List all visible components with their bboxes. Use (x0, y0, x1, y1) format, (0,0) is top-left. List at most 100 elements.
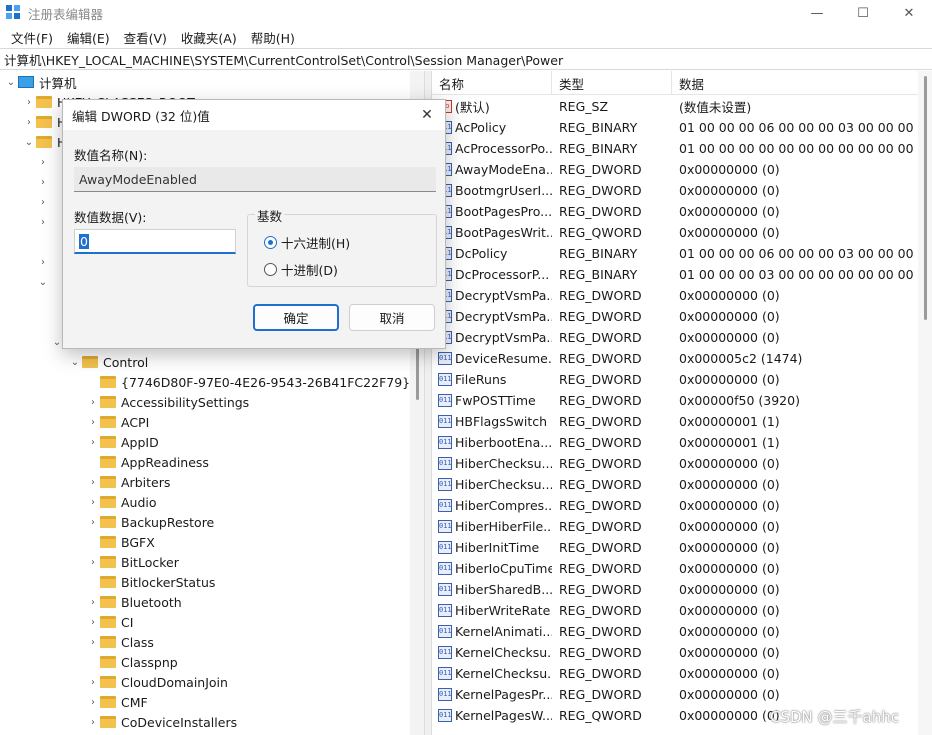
tree-item-child[interactable]: › CMF (86, 692, 148, 712)
list-item[interactable]: 011DecryptVsmPa...REG_DWORD0x00000000 (0… (432, 327, 932, 348)
cancel-button[interactable]: 取消 (349, 304, 435, 331)
address-bar[interactable]: 计算机\HKEY_LOCAL_MACHINE\SYSTEM\CurrentCon… (0, 48, 932, 70)
chevron-right-icon[interactable]: › (36, 212, 50, 232)
chevron-right-icon[interactable]: › (86, 672, 100, 692)
list-item[interactable]: 011 HiberbootEna... REG_DWORD 0x00000001 (1… (432, 432, 932, 453)
minimize-button[interactable]: — (794, 0, 840, 26)
menu-view[interactable]: 查看(V) (117, 28, 174, 47)
chevron-right-icon[interactable] (86, 572, 100, 592)
chevron-right-icon[interactable]: › (36, 152, 50, 172)
chevron-right-icon[interactable]: › (86, 712, 100, 732)
list-item[interactable]: 011BootPagesWrit...REG_QWORD0x00000000 (… (432, 222, 932, 243)
tree-item-child[interactable]: › Arbiters (86, 472, 170, 492)
chevron-down-icon[interactable]: ⌄ (4, 72, 18, 92)
menu-file[interactable]: 文件(F) (4, 28, 60, 47)
chevron-right-icon[interactable]: › (86, 632, 100, 652)
list-item[interactable]: 011DecryptVsmPa...REG_DWORD0x00000000 (0… (432, 306, 932, 327)
list-item[interactable]: 011 HiberWriteRate REG_DWORD 0x00000000 (0) (432, 600, 932, 621)
list-item[interactable]: 011 FwPOSTTime REG_DWORD 0x00000f50 (3920) (432, 390, 932, 411)
ok-button[interactable]: 确定 (253, 304, 339, 331)
chevron-right-icon[interactable] (86, 532, 100, 552)
radio-hex[interactable]: 十六进制(H) (264, 233, 350, 252)
tree-item-collapsed[interactable]: › (36, 172, 50, 192)
list-item[interactable]: 011 HiberSharedB... REG_DWORD 0x00000000 (0… (432, 579, 932, 600)
list-item[interactable]: 011 HiberHiberFile... REG_DWORD 0x00000000 … (432, 516, 932, 537)
chevron-right-icon[interactable]: › (86, 552, 100, 572)
list-item[interactable]: 011 KernelPagesPr... REG_DWORD 0x00000000 (… (432, 684, 932, 705)
tree-item-child[interactable]: Classpnp (86, 652, 178, 672)
menu-favorites[interactable]: 收藏夹(A) (174, 28, 244, 47)
column-header-type[interactable]: 类型 (552, 71, 672, 95)
list-item[interactable]: 011 HiberChecksu... REG_DWORD 0x00000000 (0… (432, 474, 932, 495)
list-item[interactable]: 011 HiberChecksu... REG_DWORD 0x00000000 (0… (432, 453, 932, 474)
list-item[interactable]: 011AcProcessorPo...REG_BINARY01 00 00 00… (432, 138, 932, 159)
menu-edit[interactable]: 编辑(E) (60, 28, 117, 47)
list-item[interactable]: 011AcPolicyREG_BINARY01 00 00 00 06 00 0… (432, 117, 932, 138)
tree-item-hive[interactable]: ⌄ H (22, 132, 67, 152)
list-scroll-thumb[interactable] (924, 76, 927, 320)
tree-item-child[interactable]: › AppID (86, 432, 159, 452)
radio-selected-icon[interactable] (264, 236, 277, 249)
menu-help[interactable]: 帮助(H) (244, 28, 302, 47)
tree-item-child[interactable]: › Audio (86, 492, 157, 512)
tree-item-child[interactable]: › AccessibilitySettings (86, 392, 249, 412)
tree-item-collapsed[interactable]: › (36, 192, 50, 212)
list-item[interactable]: 011 KernelChecksu... REG_DWORD 0x00000000 (… (432, 642, 932, 663)
tree-item-child[interactable]: BGFX (86, 532, 155, 552)
chevron-right-icon[interactable]: › (86, 692, 100, 712)
chevron-down-icon[interactable]: ⌄ (22, 132, 36, 152)
maximize-button[interactable]: ☐ (840, 0, 886, 26)
list-item[interactable]: 011 HiberCompres... REG_DWORD 0x00000000 (0… (432, 495, 932, 516)
tree-item-child[interactable]: › BitLocker (86, 552, 179, 572)
chevron-right-icon[interactable]: › (86, 412, 100, 432)
radio-unselected-icon[interactable] (264, 263, 277, 276)
list-item[interactable]: 011 HBFlagsSwitch REG_DWORD 0x00000001 (1) (432, 411, 932, 432)
tree-item-collapsed[interactable]: › (36, 152, 50, 172)
list-item[interactable]: 011AwayModeEna...REG_DWORD0x00000000 (0) (432, 159, 932, 180)
tree-item-computer[interactable]: ⌄ 计算机 (4, 72, 77, 92)
tree-item-child[interactable]: {7746D80F-97E0-4E26-9543-26B41FC22F79} (86, 372, 410, 392)
column-header-data[interactable]: 数据 (672, 71, 932, 95)
chevron-right-icon[interactable]: › (86, 612, 100, 632)
tree-item-child[interactable]: › ACPI (86, 412, 149, 432)
tree-item-child[interactable]: › Class (86, 632, 154, 652)
chevron-right-icon[interactable]: › (86, 432, 100, 452)
close-icon[interactable]: ✕ (417, 105, 437, 125)
tree-item-child[interactable]: AppReadiness (86, 452, 209, 472)
list-item[interactable]: ab(默认)REG_SZ(数值未设置) (432, 96, 932, 117)
tree-item-collapsed[interactable]: › (36, 212, 50, 232)
chevron-right-icon[interactable]: › (22, 92, 36, 112)
chevron-right-icon[interactable]: › (86, 592, 100, 612)
values-list[interactable]: 名称 类型 数据 ab(默认)REG_SZ(数值未设置)011AcPolicyR… (432, 71, 932, 735)
chevron-right-icon[interactable]: › (86, 512, 100, 532)
tree-item-child[interactable]: › CoDeviceInstallers (86, 712, 237, 732)
chevron-right-icon[interactable]: › (86, 472, 100, 492)
tree-item-child[interactable]: BitlockerStatus (86, 572, 215, 592)
list-item[interactable]: 011 KernelAnimati... REG_DWORD 0x00000000 (… (432, 621, 932, 642)
chevron-right-icon[interactable]: › (36, 252, 50, 272)
list-item[interactable]: 011DcPolicyREG_BINARY01 00 00 00 06 00 0… (432, 243, 932, 264)
tree-item-hive[interactable]: › H (22, 112, 66, 132)
chevron-right-icon[interactable] (86, 652, 100, 672)
chevron-right-icon[interactable] (86, 452, 100, 472)
tree-item-child[interactable]: › BackupRestore (86, 512, 214, 532)
chevron-right-icon[interactable]: › (22, 112, 36, 132)
chevron-right-icon[interactable]: › (36, 172, 50, 192)
chevron-right-icon[interactable]: › (86, 392, 100, 412)
tree-item-child[interactable]: › Bluetooth (86, 592, 182, 612)
chevron-right-icon[interactable]: › (36, 192, 50, 212)
list-item[interactable]: 011 FileRuns REG_DWORD 0x00000000 (0) (432, 369, 932, 390)
radio-decimal[interactable]: 十进制(D) (264, 260, 338, 279)
chevron-down-icon[interactable]: ⌄ (36, 272, 50, 292)
close-window-button[interactable]: ✕ (886, 0, 932, 26)
tree-item-expanded[interactable]: ⌄ (36, 272, 50, 292)
list-item[interactable]: 011BootPagesPro...REG_DWORD0x00000000 (0… (432, 201, 932, 222)
list-item[interactable]: 011 DeviceResume... REG_DWORD 0x000005c2 (1… (432, 348, 932, 369)
tree-item-child[interactable]: › CI (86, 612, 133, 632)
column-header-name[interactable]: 名称 (432, 71, 552, 95)
list-item[interactable]: 011 KernelChecksu... REG_DWORD 0x00000000 (… (432, 663, 932, 684)
tree-item-child[interactable]: › CloudDomainJoin (86, 672, 228, 692)
chevron-right-icon[interactable] (86, 372, 100, 392)
list-item[interactable]: 011BootmgrUserI...REG_DWORD0x00000000 (0… (432, 180, 932, 201)
value-data-input[interactable]: 0 (74, 229, 236, 254)
